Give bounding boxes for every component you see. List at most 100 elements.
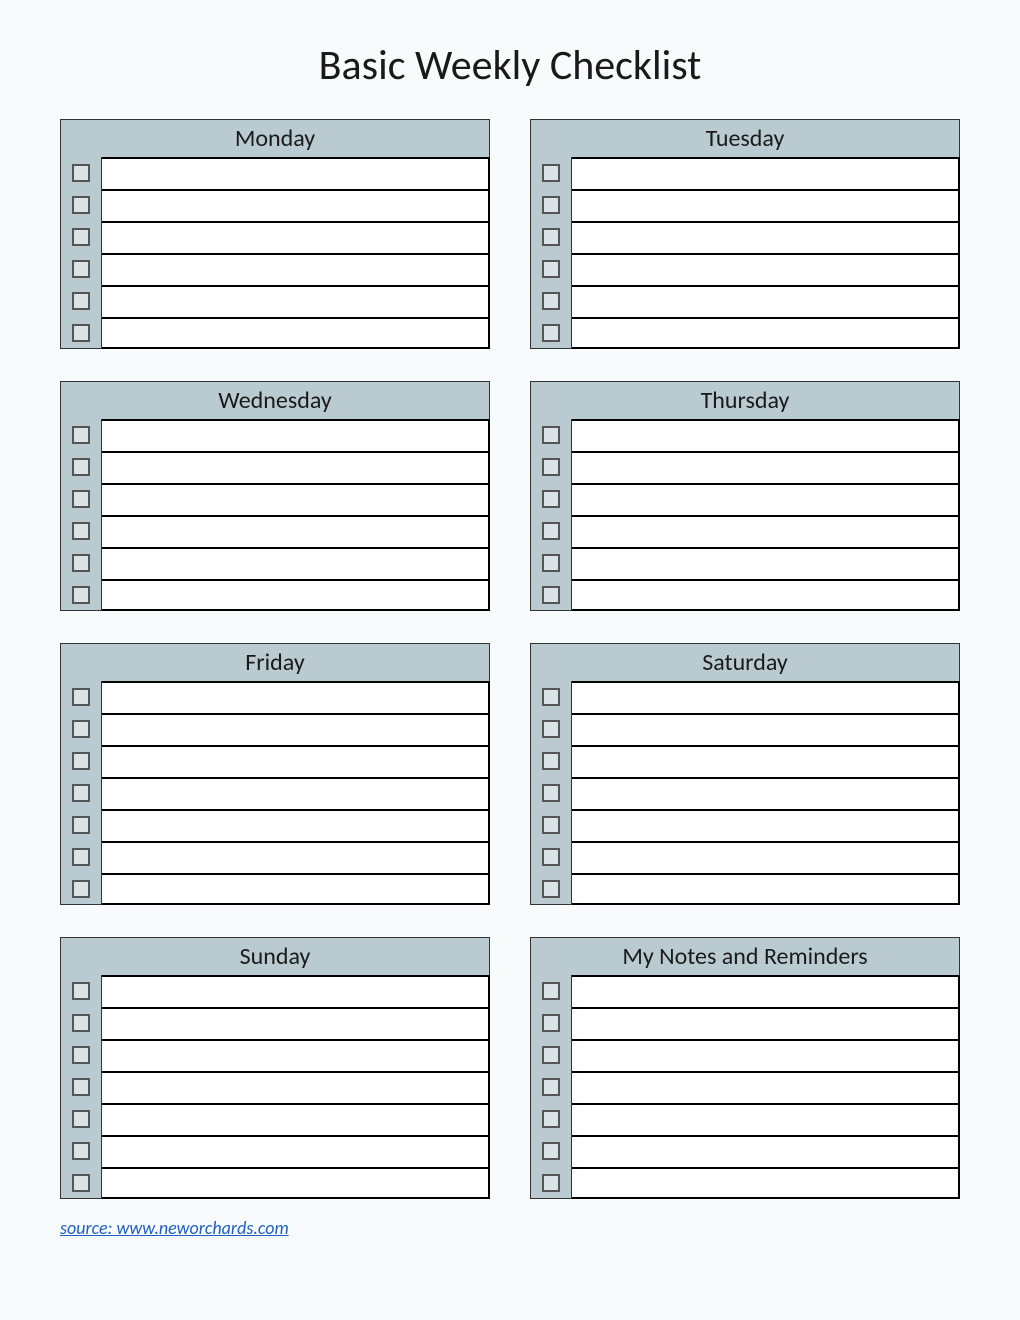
checkbox-icon[interactable] bbox=[542, 554, 560, 572]
checkbox-icon[interactable] bbox=[72, 1046, 90, 1064]
checkbox-icon[interactable] bbox=[72, 458, 90, 476]
task-input[interactable] bbox=[572, 713, 960, 745]
checkbox-icon[interactable] bbox=[72, 688, 90, 706]
task-input[interactable] bbox=[102, 841, 490, 873]
task-input[interactable] bbox=[572, 873, 960, 905]
task-input[interactable] bbox=[102, 1007, 490, 1039]
checkbox-icon[interactable] bbox=[542, 720, 560, 738]
task-input[interactable] bbox=[102, 1039, 490, 1071]
task-input[interactable] bbox=[102, 1135, 490, 1167]
checkbox-icon[interactable] bbox=[542, 688, 560, 706]
task-input[interactable] bbox=[102, 419, 490, 451]
task-input[interactable] bbox=[572, 515, 960, 547]
task-input[interactable] bbox=[572, 1103, 960, 1135]
task-input[interactable] bbox=[572, 317, 960, 349]
checkbox-icon[interactable] bbox=[542, 816, 560, 834]
task-input[interactable] bbox=[572, 745, 960, 777]
task-input[interactable] bbox=[572, 1039, 960, 1071]
checkbox-icon[interactable] bbox=[542, 292, 560, 310]
checkbox-icon[interactable] bbox=[542, 458, 560, 476]
task-input[interactable] bbox=[572, 483, 960, 515]
checkbox-icon[interactable] bbox=[72, 196, 90, 214]
checkbox-icon[interactable] bbox=[72, 816, 90, 834]
checkbox-icon[interactable] bbox=[72, 784, 90, 802]
task-input[interactable] bbox=[102, 713, 490, 745]
task-input[interactable] bbox=[102, 681, 490, 713]
checkbox-icon[interactable] bbox=[72, 1014, 90, 1032]
checkbox-icon[interactable] bbox=[72, 164, 90, 182]
task-input[interactable] bbox=[102, 483, 490, 515]
task-input[interactable] bbox=[572, 253, 960, 285]
task-input[interactable] bbox=[572, 221, 960, 253]
checkbox-icon[interactable] bbox=[542, 426, 560, 444]
checkbox-icon[interactable] bbox=[542, 228, 560, 246]
checkbox-icon[interactable] bbox=[542, 324, 560, 342]
source-link[interactable]: source: www.neworchards.com bbox=[60, 1217, 960, 1239]
task-input[interactable] bbox=[572, 451, 960, 483]
checkbox-icon[interactable] bbox=[72, 1142, 90, 1160]
task-input[interactable] bbox=[102, 317, 490, 349]
task-input[interactable] bbox=[102, 221, 490, 253]
checkbox-icon[interactable] bbox=[72, 228, 90, 246]
checkbox-icon[interactable] bbox=[542, 196, 560, 214]
task-input[interactable] bbox=[102, 809, 490, 841]
checkbox-icon[interactable] bbox=[72, 426, 90, 444]
checkbox-icon[interactable] bbox=[72, 720, 90, 738]
task-input[interactable] bbox=[572, 1007, 960, 1039]
checkbox-icon[interactable] bbox=[542, 164, 560, 182]
task-input[interactable] bbox=[102, 975, 490, 1007]
task-input[interactable] bbox=[102, 579, 490, 611]
checkbox-icon[interactable] bbox=[542, 1078, 560, 1096]
checkbox-icon[interactable] bbox=[542, 586, 560, 604]
checkbox-icon[interactable] bbox=[72, 586, 90, 604]
task-input[interactable] bbox=[102, 547, 490, 579]
checkbox-icon[interactable] bbox=[542, 1174, 560, 1192]
task-input[interactable] bbox=[102, 189, 490, 221]
checkbox-icon[interactable] bbox=[72, 292, 90, 310]
checkbox-icon[interactable] bbox=[72, 982, 90, 1000]
checkbox-icon[interactable] bbox=[542, 1046, 560, 1064]
task-input[interactable] bbox=[572, 1135, 960, 1167]
task-input[interactable] bbox=[572, 777, 960, 809]
task-input[interactable] bbox=[572, 1167, 960, 1199]
task-input[interactable] bbox=[572, 975, 960, 1007]
checkbox-icon[interactable] bbox=[72, 324, 90, 342]
checkbox-icon[interactable] bbox=[542, 784, 560, 802]
checkbox-icon[interactable] bbox=[542, 490, 560, 508]
checkbox-icon[interactable] bbox=[72, 554, 90, 572]
checkbox-icon[interactable] bbox=[542, 982, 560, 1000]
task-input[interactable] bbox=[572, 157, 960, 189]
task-input[interactable] bbox=[572, 285, 960, 317]
task-input[interactable] bbox=[572, 841, 960, 873]
task-input[interactable] bbox=[102, 1103, 490, 1135]
task-input[interactable] bbox=[102, 1167, 490, 1199]
checkbox-icon[interactable] bbox=[72, 1110, 90, 1128]
task-input[interactable] bbox=[102, 745, 490, 777]
task-input[interactable] bbox=[572, 189, 960, 221]
checkbox-icon[interactable] bbox=[542, 1110, 560, 1128]
checkbox-icon[interactable] bbox=[72, 490, 90, 508]
checkbox-icon[interactable] bbox=[542, 260, 560, 278]
task-input[interactable] bbox=[572, 419, 960, 451]
task-input[interactable] bbox=[572, 681, 960, 713]
checkbox-icon[interactable] bbox=[72, 880, 90, 898]
checkbox-icon[interactable] bbox=[542, 752, 560, 770]
task-input[interactable] bbox=[102, 157, 490, 189]
task-input[interactable] bbox=[102, 451, 490, 483]
checkbox-icon[interactable] bbox=[542, 1014, 560, 1032]
checkbox-icon[interactable] bbox=[72, 1174, 90, 1192]
checkbox-icon[interactable] bbox=[542, 880, 560, 898]
checkbox-icon[interactable] bbox=[72, 848, 90, 866]
checkbox-icon[interactable] bbox=[542, 848, 560, 866]
checkbox-icon[interactable] bbox=[72, 752, 90, 770]
checkbox-icon[interactable] bbox=[72, 260, 90, 278]
checkbox-icon[interactable] bbox=[72, 522, 90, 540]
task-input[interactable] bbox=[102, 253, 490, 285]
task-input[interactable] bbox=[572, 809, 960, 841]
task-input[interactable] bbox=[102, 515, 490, 547]
checkbox-icon[interactable] bbox=[542, 1142, 560, 1160]
checkbox-icon[interactable] bbox=[72, 1078, 90, 1096]
task-input[interactable] bbox=[572, 1071, 960, 1103]
task-input[interactable] bbox=[102, 1071, 490, 1103]
task-input[interactable] bbox=[102, 777, 490, 809]
